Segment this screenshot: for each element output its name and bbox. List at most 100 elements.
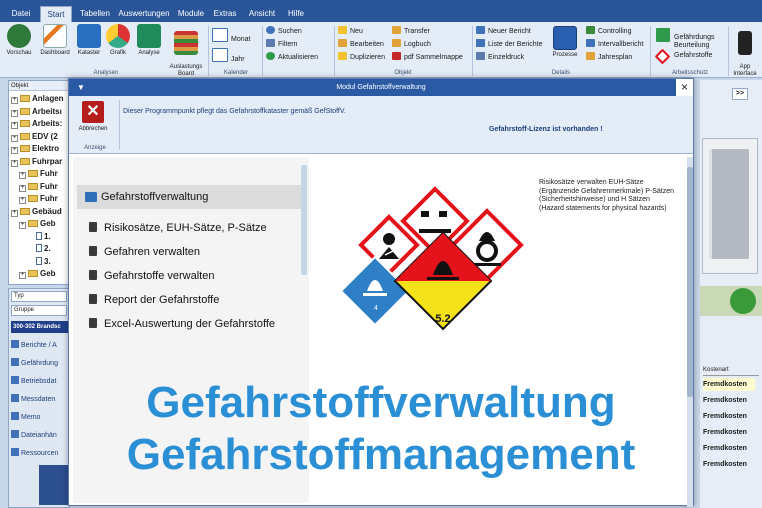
expand-toggle-icon[interactable]: + <box>11 159 18 167</box>
document-icon <box>36 244 42 252</box>
ribbon-group-objekt: Objekt <box>394 70 412 76</box>
menu-tab-ansicht[interactable]: Ansicht <box>244 6 280 22</box>
tree-item[interactable]: + Arbeitsı <box>11 106 62 118</box>
tree-item[interactable]: 1. <box>27 231 51 243</box>
pdf-icon <box>392 52 401 60</box>
expand-toggle-icon[interactable]: + <box>11 122 18 129</box>
gefaehrdungsbeurteilung-button[interactable]: Gefährdungs Beurteilung <box>654 26 714 49</box>
tree-item[interactable]: + Arbeits: <box>11 118 62 130</box>
vorschau-button[interactable]: Vorschau <box>4 24 34 57</box>
nav-item-report[interactable]: Report der Gefahrstoffe <box>89 291 219 309</box>
scrollbar-thumb[interactable] <box>687 167 693 397</box>
kataster-button[interactable]: Kataster <box>74 24 104 57</box>
tree-item[interactable]: + Gebäud <box>11 206 62 218</box>
pdf-sammelmappe-button[interactable]: pdf Sammelmappe <box>392 52 463 63</box>
expand-toggle-icon[interactable]: + <box>19 172 26 179</box>
menu-tab-tabellen[interactable]: Tabellen <box>76 6 114 22</box>
menu-tab-extras[interactable]: Extras <box>210 6 240 22</box>
lower-item-gefaehrdung[interactable]: Gefährdung <box>11 357 69 371</box>
intervallbericht-button[interactable]: Intervallbericht <box>586 39 644 50</box>
tree-item[interactable]: + Anlagen <box>11 93 64 105</box>
grafik-button[interactable]: Grafik <box>104 24 132 57</box>
lower-item-berichte[interactable]: Berichte / A <box>11 339 69 353</box>
jahresplan-button[interactable]: Jahresplan <box>586 52 632 63</box>
expand-toggle-icon[interactable]: + <box>19 272 26 279</box>
ribbon-group-analysen: Analysen <box>93 70 119 76</box>
vorschau-label: Vorschau <box>6 50 32 56</box>
dashboard-button[interactable]: Dashboard <box>38 24 72 57</box>
menu-tab-module[interactable]: Module <box>174 6 208 22</box>
expand-toggle-icon[interactable]: + <box>11 134 18 142</box>
tree-item[interactable]: 3. <box>27 256 51 268</box>
tree-item[interactable]: + Geb <box>19 268 56 280</box>
suchen-button[interactable]: Suchen <box>266 26 302 37</box>
transfer-button[interactable]: Transfer <box>392 26 430 37</box>
menu-tab-start[interactable]: Start <box>40 6 72 22</box>
neuer-bericht-label: Neuer Bericht <box>488 28 531 35</box>
expand-toggle-icon[interactable]: + <box>11 97 18 104</box>
expand-toggle-icon[interactable]: + <box>11 147 18 154</box>
expand-toggle-icon[interactable]: + <box>19 197 26 204</box>
ribbon-separator <box>472 26 473 76</box>
expand-toggle-icon[interactable]: + <box>19 184 26 192</box>
book-icon <box>89 222 97 232</box>
expand-toggle-icon[interactable]: + <box>11 209 18 217</box>
duplizieren-button[interactable]: Duplizieren <box>338 52 385 63</box>
nav-item-risikosaetze[interactable]: Risikosätze, EUH-Sätze, P-Sätze <box>89 219 267 237</box>
tree-item[interactable]: + Fuhr <box>19 181 58 193</box>
app-interface-button[interactable]: App Interface <box>730 24 760 78</box>
expand-button[interactable]: >> <box>732 88 748 100</box>
gruppe-field[interactable]: Gruppe <box>11 305 67 316</box>
aktualisieren-button[interactable]: Aktualisieren <box>266 52 318 63</box>
menu-tab-datei[interactable]: Datei <box>6 6 36 22</box>
document-icon <box>36 256 42 265</box>
duplicate-icon <box>338 52 347 60</box>
jahr-button[interactable]: Jahr <box>212 48 245 66</box>
suchen-label: Suchen <box>278 28 302 35</box>
expand-toggle-icon[interactable]: + <box>11 109 18 117</box>
nav-header[interactable]: Gefahrstoffverwaltung <box>77 185 301 209</box>
close-button[interactable]: × <box>676 79 693 96</box>
modal-menu-icon[interactable]: ▼ <box>77 83 87 92</box>
bearbeiten-button[interactable]: Bearbeiten <box>338 39 384 50</box>
tree-item[interactable]: + Geb <box>19 218 56 230</box>
menu-tab-hilfe[interactable]: Hilfe <box>282 6 310 22</box>
tree-item[interactable]: + Elektro <box>11 143 59 155</box>
nav-item-excel[interactable]: Excel-Auswertung der Gefahrstoffe <box>89 315 275 333</box>
report-icon <box>11 340 19 348</box>
nav-item-gefahren[interactable]: Gefahren verwalten <box>89 243 200 261</box>
edit-icon <box>338 39 347 47</box>
abbrechen-button[interactable]: ✕ Abbrechen <box>73 99 113 141</box>
filtern-button[interactable]: Filtern <box>266 39 297 50</box>
ribbon: Vorschau Dashboard Kataster Grafik Analy… <box>0 22 762 78</box>
tree-item[interactable]: + Fuhrpar <box>11 156 62 168</box>
tree-item-label: 3. <box>44 256 51 266</box>
neuer-bericht-button[interactable]: Neuer Bericht <box>476 26 531 37</box>
tree-item[interactable]: 2. <box>27 243 51 255</box>
selected-object[interactable]: 300-302 Brandsc <box>11 321 69 333</box>
einzeldruck-button[interactable]: Einzeldruck <box>476 52 524 63</box>
logbuch-button[interactable]: Logbuch <box>392 39 431 50</box>
gefahrstoffe-button[interactable]: Gefahrstoffe <box>654 48 712 65</box>
neu-button[interactable]: Neu <box>338 26 363 37</box>
tree-item-label: Anlagen <box>32 94 64 103</box>
controlling-button[interactable]: Controlling <box>586 26 631 37</box>
liste-der-berichte-button[interactable]: Liste der Berichte <box>476 39 542 50</box>
tree-item[interactable]: + Fuhr <box>19 168 58 180</box>
user-status-icon[interactable] <box>730 288 756 314</box>
expand-toggle-icon[interactable]: + <box>19 222 26 229</box>
prozesse-button[interactable]: Prozesse <box>550 24 580 59</box>
object-tree[interactable]: Objekt + Anlagen + Arbeitsı + Arbeits: + EDV (2… <box>8 80 70 285</box>
analyse-button[interactable]: Analyse <box>134 24 164 57</box>
nav-item-gefahrstoffe[interactable]: Gefahrstoffe verwalten <box>89 267 214 285</box>
menu-tab-auswertungen[interactable]: Auswertungen <box>116 6 172 22</box>
typ-field[interactable]: Typ <box>11 291 67 302</box>
tree-item-label: Fuhr <box>40 194 58 203</box>
monat-button[interactable]: Monat <box>212 28 250 46</box>
nav-item-label: Risikosätze, EUH-Sätze, P-Sätze <box>104 222 267 234</box>
tree-item[interactable]: + EDV (2 <box>11 131 58 143</box>
tree-item-label: Elektro <box>32 144 60 153</box>
tree-item[interactable]: + Fuhr <box>19 193 58 205</box>
nav-scrollbar[interactable] <box>301 165 307 275</box>
ribbon-group-details: Details <box>551 70 571 76</box>
